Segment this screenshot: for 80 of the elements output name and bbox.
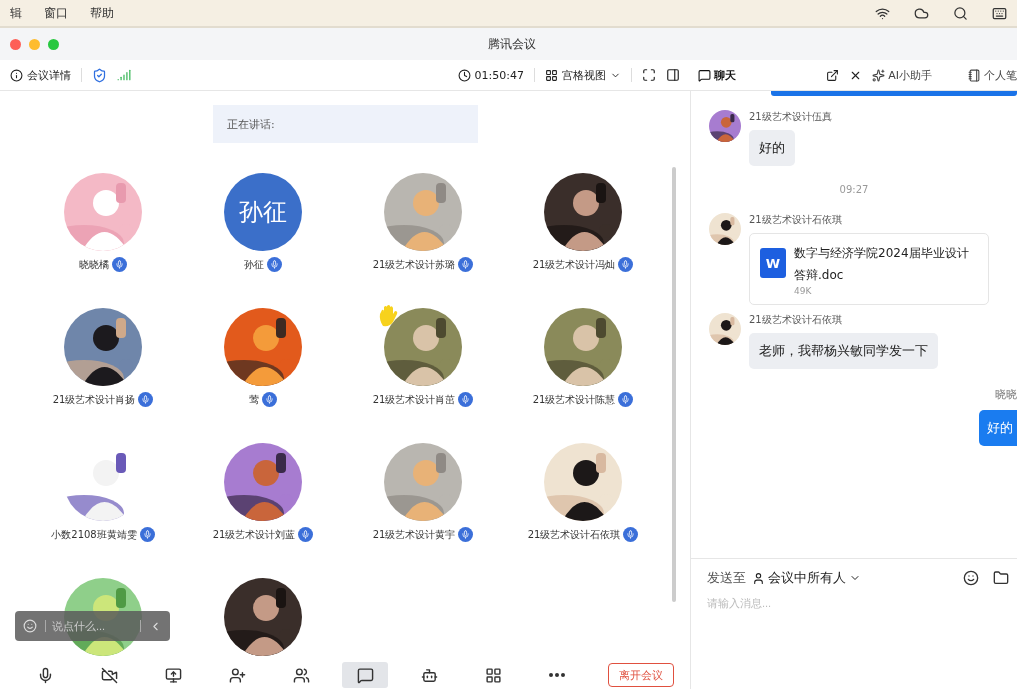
timestamp: 09:27 [838,183,870,197]
participant-name: 21级艺术设计黄宇 [372,527,456,542]
mic-icon [138,392,154,407]
comment-field[interactable]: 说点什么... [45,620,141,632]
mic-icon [458,392,474,407]
participant-name: 孙征 [244,257,264,272]
mic-icon [139,527,155,542]
participant-name: 21级艺术设计肖茁 [372,392,456,407]
mic-icon [298,527,314,542]
invite-icon [228,666,246,684]
speaking-indicator: 正在讲话: [213,105,478,143]
sender-name: 晓晓 [995,387,1017,402]
mic-icon [618,392,634,407]
fullscreen-icon[interactable] [642,68,656,82]
file-card[interactable]: W 数字与经济学院2024届毕业设计答辩.doc 49K [749,233,989,305]
menu-item[interactable]: 辑 [10,4,22,22]
mic-icon [618,257,634,272]
participant-name: 21级艺术设计陈慧 [532,392,616,407]
keyboard-icon[interactable] [992,5,1007,21]
avatar: 孙征 [224,173,302,251]
participant-name: 21级艺术设计刘蓝 [212,527,296,542]
message-bubble: 好的 [749,130,795,166]
panel-tab[interactable]: 聊天 [698,67,736,83]
mic-icon [458,527,474,542]
popout-icon[interactable] [826,68,840,82]
ai-tab-icon [872,68,886,82]
person-icon [752,571,765,585]
participant-name: 小数2108班黄靖雯 [51,527,137,542]
apps-icon [484,666,502,684]
mic-icon [458,257,474,272]
share-icon [164,666,182,684]
mic-icon [262,392,277,407]
file-name: 数字与经济学院2024届毕业设计答辩.doc [794,245,970,284]
mic-icon [623,527,639,542]
participant-name: 21级艺术设计肖扬 [52,392,136,407]
menu-item[interactable]: 窗口 [44,4,68,22]
cloud-icon[interactable] [914,5,929,21]
meeting-details-button[interactable]: 会议详情 [10,67,71,83]
window-title: 腾讯会议 [487,35,536,53]
more-icon [549,673,565,677]
mic-icon [112,257,127,272]
participant-name: 莺 [249,392,259,407]
send-to-label: 发送至 [707,569,746,587]
bot-icon [420,666,438,684]
chat-icon [356,666,374,684]
recipient-dropdown[interactable]: 会议中所有人 [752,569,861,587]
view-dropdown[interactable]: 宫格视图 [545,67,621,83]
message-bubble: 好的 [979,410,1017,446]
participant-name: 晓晓橘 [79,257,109,272]
chat-button[interactable] [342,662,388,688]
members-icon [292,666,310,684]
file-size: 49K [794,286,813,296]
emoji-icon[interactable] [963,570,979,586]
grid-icon [545,68,558,82]
camera-icon [100,666,118,684]
leave-meeting-button[interactable]: 离开会议 [608,663,674,687]
panel-tab[interactable]: 个人笔 [968,67,1017,83]
close-button[interactable] [10,38,21,50]
menu-item[interactable]: 帮助 [90,4,114,22]
chat-tab-icon [698,68,711,82]
participant-name: 21级艺术设计冯灿 [532,257,616,272]
sender-name: 21级艺术设计石依琪 [749,213,842,227]
participant-name: 21级艺术设计苏璐 [372,257,456,272]
folder-icon[interactable] [993,570,1009,586]
search-icon[interactable] [953,5,968,21]
panel-icon[interactable] [666,68,680,82]
wifi-icon[interactable] [875,5,890,21]
message-bubble: 老师，我帮杨兴敏同学发一下 [749,333,938,369]
shield-icon[interactable] [92,67,107,83]
participant-name: 21级艺术设计石依琪 [527,527,621,542]
meeting-timer: 01:50:47 [457,68,524,82]
note-tab-icon [968,68,981,82]
sender-name: 21级艺术设计石依琪 [749,313,842,327]
sender-name: 21级艺术设计伍真 [749,110,832,124]
word-file-icon: W [760,248,786,278]
panel-tab[interactable]: AI小助手 [872,67,932,83]
signal-icon [117,68,131,82]
mic-icon [267,257,282,272]
clock-icon [457,68,471,82]
info-icon [10,68,23,82]
